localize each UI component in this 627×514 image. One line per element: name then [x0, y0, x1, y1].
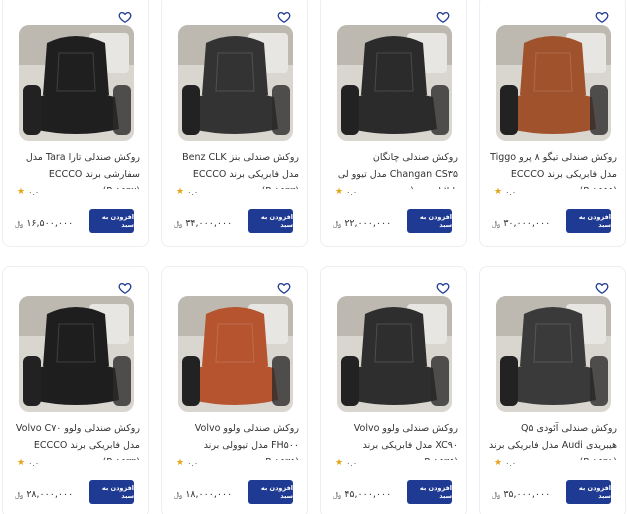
add-to-cart-button[interactable]: افزودن به سبد — [248, 480, 293, 504]
price-value: ۴۵,۰۰۰,۰۰۰ — [344, 489, 392, 500]
price-value: ۳۴,۰۰۰,۰۰۰ — [185, 218, 233, 229]
price-value: ۲۸,۰۰۰,۰۰۰ — [26, 489, 74, 500]
rating-value: ۰.۰ — [187, 459, 199, 468]
toman-icon: ﷼ — [174, 218, 183, 228]
add-to-cart-button[interactable]: افزودن به سبد — [407, 480, 452, 504]
product-rating: ★ ۰.۰ — [17, 187, 40, 198]
favorite-heart-icon[interactable] — [117, 280, 133, 296]
rating-value: ۰.۰ — [505, 459, 517, 468]
product-price: ﷼ ۲۸,۰۰۰,۰۰۰ — [15, 489, 73, 500]
product-image[interactable] — [337, 25, 452, 141]
toman-icon: ﷼ — [333, 489, 342, 499]
product-card[interactable]: روکش صندلی چانگان Changan CS۳۵ مدل تیوو … — [320, 0, 467, 247]
product-price: ﷼ ۳۰,۰۰۰,۰۰۰ — [492, 218, 550, 229]
favorite-heart-icon[interactable] — [594, 9, 610, 25]
star-icon: ★ — [335, 458, 344, 468]
product-rating: ★ ۰.۰ — [494, 458, 517, 469]
favorite-heart-icon[interactable] — [594, 280, 610, 296]
star-icon: ★ — [494, 458, 503, 468]
product-rating: ★ ۰.۰ — [176, 458, 199, 469]
add-to-cart-button[interactable]: افزودن به سبد — [89, 209, 134, 233]
rating-value: ۰.۰ — [346, 188, 358, 197]
product-image[interactable] — [178, 296, 293, 412]
product-card[interactable]: روکش صندلی تیگو ۸ پرو Tiggo مدل فابریکی … — [479, 0, 626, 247]
star-icon: ★ — [176, 187, 185, 197]
product-title[interactable]: روکش صندلی آئودی Q۵ هیبریدی Audi مدل فاب… — [489, 420, 617, 460]
star-icon: ★ — [176, 458, 185, 468]
toman-icon: ﷼ — [174, 489, 183, 499]
star-icon: ★ — [17, 187, 26, 197]
price-value: ۱۸,۰۰۰,۰۰۰ — [185, 489, 233, 500]
product-image[interactable] — [337, 296, 452, 412]
favorite-heart-icon[interactable] — [117, 9, 133, 25]
product-title[interactable]: روکش صندلی ولوو Volvo FH۵۰۰ مدل تیوولی ب… — [171, 420, 299, 460]
price-value: ۲۲,۰۰۰,۰۰۰ — [344, 218, 392, 229]
product-title[interactable]: روکش صندلی ولوو Volvo C۷۰ مدل فابریکی بر… — [12, 420, 140, 460]
product-title[interactable]: روکش صندلی تارا Tara مدل سفارشی برند ECC… — [12, 149, 140, 189]
toman-icon: ﷼ — [333, 218, 342, 228]
product-title[interactable]: روکش صندلی تیگو ۸ پرو Tiggo مدل فابریکی … — [489, 149, 617, 189]
product-image[interactable] — [178, 25, 293, 141]
add-to-cart-button[interactable]: افزودن به سبد — [89, 480, 134, 504]
favorite-heart-icon[interactable] — [276, 9, 292, 25]
rating-value: ۰.۰ — [346, 459, 358, 468]
product-price: ﷼ ۴۵,۰۰۰,۰۰۰ — [333, 489, 391, 500]
rating-value: ۰.۰ — [187, 188, 199, 197]
favorite-heart-icon[interactable] — [435, 280, 451, 296]
price-value: ۳۵,۰۰۰,۰۰۰ — [503, 489, 551, 500]
toman-icon: ﷼ — [15, 489, 24, 499]
product-rating: ★ ۰.۰ — [17, 458, 40, 469]
product-card[interactable]: روکش صندلی بنز Benz CLK مدل فابریکی برند… — [161, 0, 308, 247]
product-title[interactable]: روکش صندلی ولوو Volvo XC۹۰ مدل فابریکی ب… — [330, 420, 458, 460]
product-grid: روکش صندلی تیگو ۸ پرو Tiggo مدل فابریکی … — [0, 0, 627, 514]
product-rating: ★ ۰.۰ — [335, 458, 358, 469]
product-card[interactable]: روکش صندلی ولوو Volvo FH۵۰۰ مدل تیوولی ب… — [161, 266, 308, 514]
product-rating: ★ ۰.۰ — [176, 187, 199, 198]
product-rating: ★ ۰.۰ — [494, 187, 517, 198]
product-image[interactable] — [496, 25, 611, 141]
product-image[interactable] — [19, 296, 134, 412]
product-card[interactable]: روکش صندلی آئودی Q۵ هیبریدی Audi مدل فاب… — [479, 266, 626, 514]
product-rating: ★ ۰.۰ — [335, 187, 358, 198]
product-price: ﷼ ۲۲,۰۰۰,۰۰۰ — [333, 218, 391, 229]
rating-value: ۰.۰ — [28, 188, 40, 197]
price-value: ۳۰,۰۰۰,۰۰۰ — [503, 218, 551, 229]
rating-value: ۰.۰ — [28, 459, 40, 468]
rating-value: ۰.۰ — [505, 188, 517, 197]
favorite-heart-icon[interactable] — [276, 280, 292, 296]
product-image[interactable] — [19, 25, 134, 141]
product-card[interactable]: روکش صندلی تارا Tara مدل سفارشی برند ECC… — [2, 0, 149, 247]
add-to-cart-button[interactable]: افزودن به سبد — [566, 209, 611, 233]
product-price: ﷼ ۱۸,۰۰۰,۰۰۰ — [174, 489, 232, 500]
add-to-cart-button[interactable]: افزودن به سبد — [248, 209, 293, 233]
toman-icon: ﷼ — [15, 218, 24, 228]
star-icon: ★ — [494, 187, 503, 197]
product-price: ﷼ ۱۶,۵۰۰,۰۰۰ — [15, 218, 73, 229]
product-price: ﷼ ۳۵,۰۰۰,۰۰۰ — [492, 489, 550, 500]
price-value: ۱۶,۵۰۰,۰۰۰ — [26, 218, 74, 229]
product-title[interactable]: روکش صندلی بنز Benz CLK مدل فابریکی برند… — [171, 149, 299, 189]
product-card[interactable]: روکش صندلی ولوو Volvo XC۹۰ مدل فابریکی ب… — [320, 266, 467, 514]
star-icon: ★ — [335, 187, 344, 197]
add-to-cart-button[interactable]: افزودن به سبد — [407, 209, 452, 233]
favorite-heart-icon[interactable] — [435, 9, 451, 25]
add-to-cart-button[interactable]: افزودن به سبد — [566, 480, 611, 504]
product-price: ﷼ ۳۴,۰۰۰,۰۰۰ — [174, 218, 232, 229]
star-icon: ★ — [17, 458, 26, 468]
toman-icon: ﷼ — [492, 489, 501, 499]
toman-icon: ﷼ — [492, 218, 501, 228]
product-title[interactable]: روکش صندلی چانگان Changan CS۳۵ مدل تیوو … — [330, 149, 458, 189]
product-image[interactable] — [496, 296, 611, 412]
product-card[interactable]: روکش صندلی ولوو Volvo C۷۰ مدل فابریکی بر… — [2, 266, 149, 514]
